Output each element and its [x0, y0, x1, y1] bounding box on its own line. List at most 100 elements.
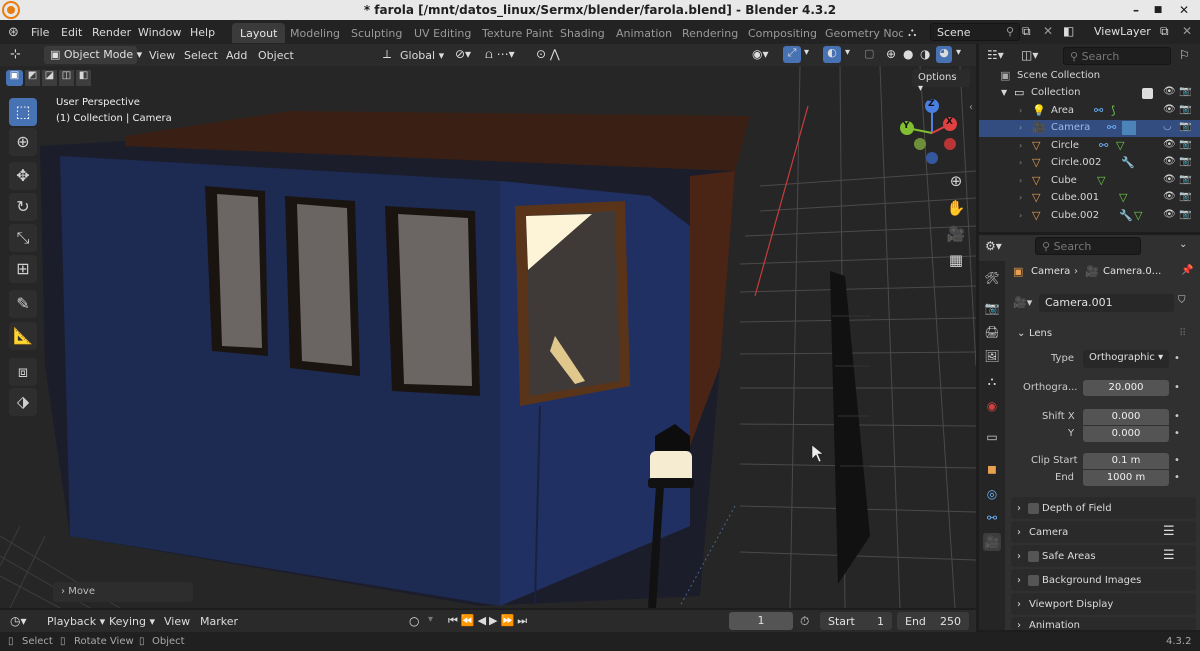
menu-select[interactable]: Select: [184, 49, 218, 62]
exclude-checkbox[interactable]: [1142, 88, 1153, 99]
outliner-row-cube-001[interactable]: › ▽ Cube.001 ▽ 👁 📷: [979, 190, 1200, 207]
eye-hidden-icon[interactable]: ◡: [1163, 121, 1172, 132]
stopwatch-icon[interactable]: ⏱: [800, 614, 809, 629]
outliner-search-input[interactable]: ⚲ Search: [1063, 47, 1171, 65]
panel-viewport-display[interactable]: › Viewport Display: [1011, 593, 1196, 615]
sidebar-toggle-icon[interactable]: ‹: [969, 102, 973, 113]
start-frame-field[interactable]: Start 1: [820, 612, 892, 630]
end-frame-field[interactable]: End 250: [897, 612, 969, 630]
tab-output-icon[interactable]: 🖨: [983, 323, 1001, 341]
tool-rotate-icon[interactable]: ↻: [9, 193, 37, 221]
presets-list-icon[interactable]: ☰: [1163, 524, 1175, 539]
outliner-row-scene-collection[interactable]: ▣ Scene Collection: [979, 68, 1200, 85]
outliner-row-cube-002[interactable]: › ▽ Cube.002 🔧 ▽ 👁 📷: [979, 208, 1200, 225]
orientation-select[interactable]: Global ▾: [400, 49, 444, 62]
tab-collection-icon[interactable]: ▭: [983, 428, 1001, 446]
shading-wireframe-icon[interactable]: ⊕: [886, 47, 896, 61]
xray-icon[interactable]: ▢: [864, 47, 874, 60]
menu-file[interactable]: File: [31, 26, 49, 39]
panel-camera[interactable]: › Camera ☰: [1011, 521, 1196, 543]
menu-view[interactable]: View: [149, 49, 175, 62]
new-viewlayer-icon[interactable]: ⧉: [1160, 24, 1169, 39]
shading-solid-icon[interactable]: ●: [903, 47, 913, 61]
zoom-icon[interactable]: ⊕: [945, 170, 967, 192]
gizmo-dropdown-icon[interactable]: ▾: [804, 47, 809, 58]
tab-texture-paint[interactable]: Texture Paint: [474, 23, 561, 43]
tab-modeling[interactable]: Modeling: [282, 23, 348, 43]
tab-uv-editing[interactable]: UV Editing: [406, 23, 479, 43]
properties-editor-icon[interactable]: ⚙▾: [985, 239, 1002, 253]
3d-viewport[interactable]: ▣ ◩ ◪ ◫ ◧ User Perspective (1) Collectio…: [0, 66, 976, 608]
tab-view-layer-icon[interactable]: 🖼: [983, 347, 1001, 365]
tab-constraints-icon[interactable]: ⚯: [983, 509, 1001, 527]
tab-shading[interactable]: Shading: [552, 23, 613, 43]
ortho-scale-field[interactable]: 20.000: [1083, 380, 1169, 396]
panel-safe-areas[interactable]: › Safe Areas ☰: [1011, 545, 1196, 567]
tab-physics-icon[interactable]: ◎: [983, 485, 1001, 503]
eye-icon[interactable]: 👁: [1163, 139, 1176, 150]
menu-playback[interactable]: Playback ▾: [47, 615, 105, 628]
select-extend-icon[interactable]: ◩: [25, 70, 40, 86]
keyframe-dot-icon[interactable]: •: [1174, 353, 1180, 364]
tab-object-icon[interactable]: ◼: [983, 460, 1001, 478]
eye-icon[interactable]: 👁: [1163, 191, 1176, 202]
scene-icon[interactable]: ⛬: [908, 25, 916, 40]
render-camera-icon[interactable]: 📷: [1179, 104, 1191, 115]
overlays-toggle-icon[interactable]: ◐: [823, 46, 841, 63]
tab-render-icon[interactable]: 📷: [983, 299, 1001, 317]
dof-checkbox[interactable]: [1028, 503, 1039, 514]
tool-add-cube-icon[interactable]: ⧈: [9, 358, 37, 386]
minimize-button[interactable]: –: [1128, 2, 1144, 18]
menu-keying[interactable]: Keying ▾: [109, 615, 155, 628]
playback-controls[interactable]: ⏮⏪◀▶⏩⏭: [448, 614, 530, 628]
maximize-button[interactable]: ■: [1150, 2, 1166, 18]
keyframe-dot-icon[interactable]: •: [1174, 411, 1180, 422]
keyframe-dot-icon[interactable]: •: [1174, 455, 1180, 466]
tab-rendering[interactable]: Rendering: [674, 23, 746, 43]
panel-animation[interactable]: › Animation: [1011, 617, 1196, 630]
menu-timeline-view[interactable]: View: [164, 615, 190, 628]
render-camera-icon[interactable]: 📷: [1179, 174, 1191, 185]
shading-dropdown-icon[interactable]: ▾: [956, 47, 961, 58]
outliner-row-cube[interactable]: › ▽ Cube ▽ 👁 📷: [979, 173, 1200, 190]
tab-geometry-nodes[interactable]: Geometry Node: [817, 23, 903, 43]
remove-scene-icon[interactable]: ✕: [1043, 24, 1053, 38]
tool-object-extra-icon[interactable]: ⬗: [9, 388, 37, 416]
eye-icon[interactable]: 👁: [1163, 174, 1176, 185]
filter-icon[interactable]: ⚐: [1179, 48, 1190, 62]
render-camera-icon[interactable]: 📷: [1179, 209, 1191, 220]
shading-material-icon[interactable]: ◑: [920, 47, 930, 61]
scene-field[interactable]: Scene ⚲: [930, 23, 1020, 41]
snap-icon[interactable]: ⩍ ⋯▾: [485, 47, 515, 62]
eye-icon[interactable]: 👁: [1163, 86, 1176, 97]
outliner-display-mode-icon[interactable]: ◫▾: [1021, 48, 1038, 62]
last-operator-panel[interactable]: › Move: [53, 582, 193, 602]
tab-camera-data-icon[interactable]: 🎥: [983, 533, 1001, 551]
menu-marker[interactable]: Marker: [200, 615, 238, 628]
tab-compositing[interactable]: Compositing: [740, 23, 825, 43]
clip-start-field[interactable]: 0.1 m: [1083, 453, 1169, 469]
panel-depth-of-field[interactable]: › Depth of Field: [1011, 497, 1196, 519]
tool-move-icon[interactable]: ✥: [9, 162, 37, 190]
tab-sculpting[interactable]: Sculpting: [343, 23, 410, 43]
gizmo-toggle-icon[interactable]: ⤢: [783, 46, 801, 63]
tab-layout[interactable]: Layout: [232, 23, 286, 43]
safe-areas-checkbox[interactable]: [1028, 551, 1039, 562]
drag-handle-icon[interactable]: ⠿: [1179, 328, 1186, 339]
viewlayer-icon[interactable]: ◧: [1063, 24, 1074, 38]
tool-annotate-icon[interactable]: ✎: [9, 290, 37, 318]
eye-icon[interactable]: 👁: [1163, 156, 1176, 167]
panel-background-images[interactable]: › Background Images: [1011, 569, 1196, 591]
menu-edit[interactable]: Edit: [61, 26, 82, 39]
keyframe-dot-icon[interactable]: •: [1174, 428, 1180, 439]
select-intersect-icon[interactable]: ◧: [76, 70, 91, 86]
menu-render[interactable]: Render: [92, 26, 131, 39]
perspective-grid-icon[interactable]: ▦: [945, 249, 967, 271]
keyframe-dot-icon[interactable]: •: [1174, 472, 1180, 483]
menu-add[interactable]: Add: [226, 49, 247, 62]
lens-type-select[interactable]: Orthographic ▾: [1083, 350, 1169, 368]
close-button[interactable]: ✕: [1176, 2, 1192, 18]
datablock-name-field[interactable]: Camera.001: [1039, 294, 1174, 312]
tab-scene-icon[interactable]: ⛬: [983, 372, 1001, 390]
tool-scale-icon[interactable]: ⤡: [9, 224, 37, 252]
